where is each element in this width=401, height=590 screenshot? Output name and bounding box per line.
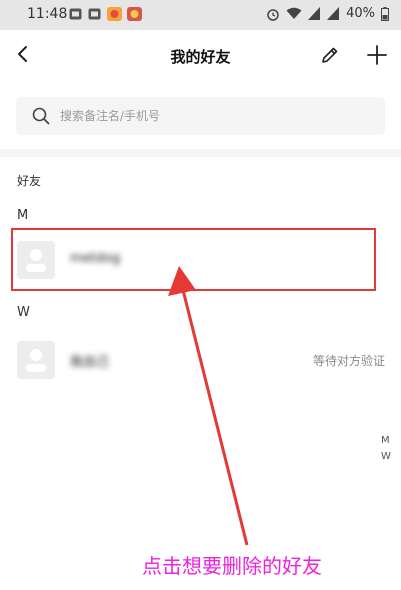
search-input[interactable] bbox=[60, 97, 370, 135]
mail-icon bbox=[69, 8, 82, 20]
default-avatar-icon bbox=[26, 349, 46, 372]
friend-name: 我自己 bbox=[70, 355, 110, 370]
status-right: 40% bbox=[266, 6, 389, 21]
battery-level: 40% bbox=[346, 6, 375, 21]
alarm-icon bbox=[267, 8, 279, 21]
group-letter-m: M bbox=[17, 208, 29, 223]
search-icon bbox=[32, 107, 50, 125]
index-letter-m[interactable]: M bbox=[381, 435, 390, 446]
app-notification-icon-2 bbox=[127, 7, 142, 21]
search-bar[interactable] bbox=[16, 97, 385, 135]
wifi-icon bbox=[286, 7, 302, 19]
highlight-box bbox=[11, 228, 376, 291]
notification-icon bbox=[88, 8, 101, 20]
friend-status: 等待对方验证 bbox=[312, 354, 385, 368]
page-title: 我的好友 bbox=[170, 48, 231, 66]
friend-row-self[interactable]: 我自己 等待对方验证 bbox=[0, 332, 401, 390]
group-letter-w: W bbox=[17, 305, 30, 320]
signal-icon bbox=[308, 7, 321, 20]
nav-header: 我的好友 bbox=[0, 30, 401, 85]
status-bar: 11:48 40% bbox=[0, 0, 401, 30]
annotation-arrow bbox=[168, 266, 249, 546]
battery-icon bbox=[381, 6, 389, 21]
signal-icon-2 bbox=[327, 7, 340, 20]
add-friend-button[interactable] bbox=[366, 44, 388, 66]
edit-button[interactable] bbox=[320, 45, 340, 65]
friends-section-title: 好友 bbox=[17, 174, 42, 188]
status-time: 11:48 bbox=[27, 6, 68, 22]
app-notification-icon bbox=[107, 7, 122, 21]
avatar bbox=[17, 341, 55, 379]
section-divider bbox=[0, 149, 401, 157]
index-letter-w[interactable]: W bbox=[381, 451, 391, 462]
annotation-text: 点击想要删除的好友 bbox=[142, 554, 322, 578]
